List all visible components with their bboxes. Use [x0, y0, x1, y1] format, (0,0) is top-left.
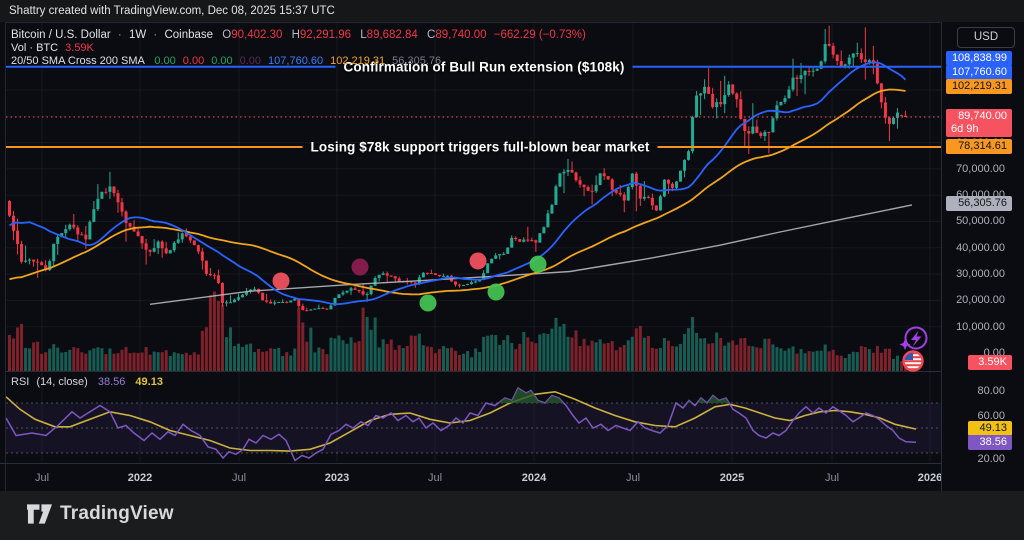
- symbol-title[interactable]: Bitcoin / U.S. Dollar: [11, 29, 111, 41]
- bar-countdown: 6d 9h: [951, 123, 979, 135]
- chart-canvas[interactable]: [0, 0, 1024, 540]
- time-tick-label: Jul: [231, 472, 247, 484]
- attribution-text: Shattry created with TradingView.com, De…: [9, 5, 335, 17]
- change-value: −662.29 (−0.73%): [493, 29, 586, 41]
- interval-label[interactable]: 1W: [129, 29, 146, 41]
- scale-label: 10,000.00: [956, 321, 1005, 333]
- time-tick-label: 2025: [719, 472, 745, 484]
- price-badge: 49.13: [968, 420, 1012, 436]
- price-badge: 56,305.76: [946, 195, 1012, 211]
- open-value: 90,402.30: [231, 29, 283, 41]
- indicator-value: 0.00: [182, 55, 205, 67]
- scale-label: 80.00: [977, 385, 1005, 397]
- price-badge: 3.59K: [968, 354, 1012, 370]
- rsi-pane-layer: [6, 386, 941, 462]
- moving-averages-layer: [9, 61, 913, 306]
- time-tick-label: Jul: [625, 472, 641, 484]
- low-value: 89,682.84: [366, 29, 418, 41]
- scale-label: 30,000.00: [956, 268, 1005, 280]
- time-tick-label: Jul: [34, 472, 50, 484]
- indicator-legend-row[interactable]: 20/50 SMA Cross 200 SMA 0.00 0.00 0.00 0.00…: [11, 55, 441, 67]
- scale-label: 40,000.00: [956, 242, 1005, 254]
- price-badge: 107,760.60: [946, 64, 1012, 80]
- bottom-bar: TradingView: [0, 491, 1024, 540]
- attribution-bar: Shattry created with TradingView.com, De…: [0, 0, 1024, 22]
- high-value: 92,291.96: [299, 29, 352, 41]
- time-axis[interactable]: Jul 2022 Jul 2023 Jul 2024 Jul 2025 Jul 2026: [0, 463, 943, 492]
- sma200-line: [149, 204, 913, 305]
- indicator-value: 0.00: [239, 55, 262, 67]
- price-scale[interactable]: USD 100,000.0090,000.0080,000.0070,000.0…: [941, 22, 1024, 491]
- chart-widget-icons[interactable]: [899, 326, 928, 351]
- symbol-legend-row: Bitcoin / U.S. Dollar · 1W · Coinbase O9…: [11, 29, 586, 41]
- close-value: 89,740.00: [435, 29, 487, 41]
- time-tick-label: 2024: [521, 472, 547, 484]
- price-badge: 78,314.61: [946, 138, 1012, 154]
- rsi-title: RSI: [11, 376, 30, 388]
- scale-label: 20,000.00: [956, 294, 1005, 306]
- time-tick-label: 2023: [324, 472, 350, 484]
- price-badge: 38.56: [968, 434, 1012, 450]
- scale-label: 50,000.00: [956, 215, 1005, 227]
- indicator-title: 20/50 SMA Cross 200 SMA: [11, 55, 145, 67]
- time-tick-label: Jul: [427, 472, 443, 484]
- indicator-value: 0.00: [154, 55, 176, 67]
- flag-avatar-icon[interactable]: [902, 350, 924, 372]
- price-badge: 89,740.00 6d 9h: [946, 109, 1012, 137]
- indicator-value: 56,305.76: [392, 55, 442, 67]
- sma20-line: [9, 61, 907, 306]
- tradingview-chart-window: Shattry created with TradingView.com, De…: [0, 0, 1024, 540]
- time-tick-label: Jul: [824, 472, 840, 484]
- annotation-bear-market-text[interactable]: Losing $78k support triggers full-blown …: [311, 140, 650, 155]
- scale-label: 70,000.00: [956, 163, 1005, 175]
- volume-value: 3.59K: [65, 42, 94, 54]
- tradingview-logo[interactable]: TradingView: [27, 503, 174, 525]
- volume-bars-layer: [8, 291, 908, 371]
- tradingview-logo-icon: [27, 503, 52, 524]
- price-badge: 102,219.31: [946, 78, 1012, 94]
- volume-legend-row[interactable]: Vol · BTC 3.59K: [11, 42, 94, 54]
- time-tick-label: 2026: [917, 472, 943, 484]
- rsi-ma-value: 49.13: [135, 376, 163, 388]
- time-tick-label: 2022: [127, 472, 153, 484]
- currency-toggle-button[interactable]: USD: [957, 27, 1015, 48]
- rsi-legend-row[interactable]: RSI (14, close) 38.56 49.13: [11, 376, 163, 388]
- sma50-line: [9, 88, 906, 296]
- indicator-values: 0.00 0.00 0.00 0.00 107,760.60 102,219.31 56,3…: [147, 55, 441, 67]
- price-badge: 108,838.99: [946, 50, 1012, 66]
- indicator-value: 102,219.31: [330, 55, 386, 67]
- rsi-value: 38.56: [97, 376, 126, 388]
- indicator-value: 0.00: [211, 55, 233, 67]
- indicator-value: 107,760.60: [268, 55, 324, 67]
- tradingview-logo-text: TradingView: [60, 503, 174, 524]
- scale-label: 20.00: [977, 453, 1005, 465]
- exchange-label[interactable]: Coinbase: [164, 29, 213, 41]
